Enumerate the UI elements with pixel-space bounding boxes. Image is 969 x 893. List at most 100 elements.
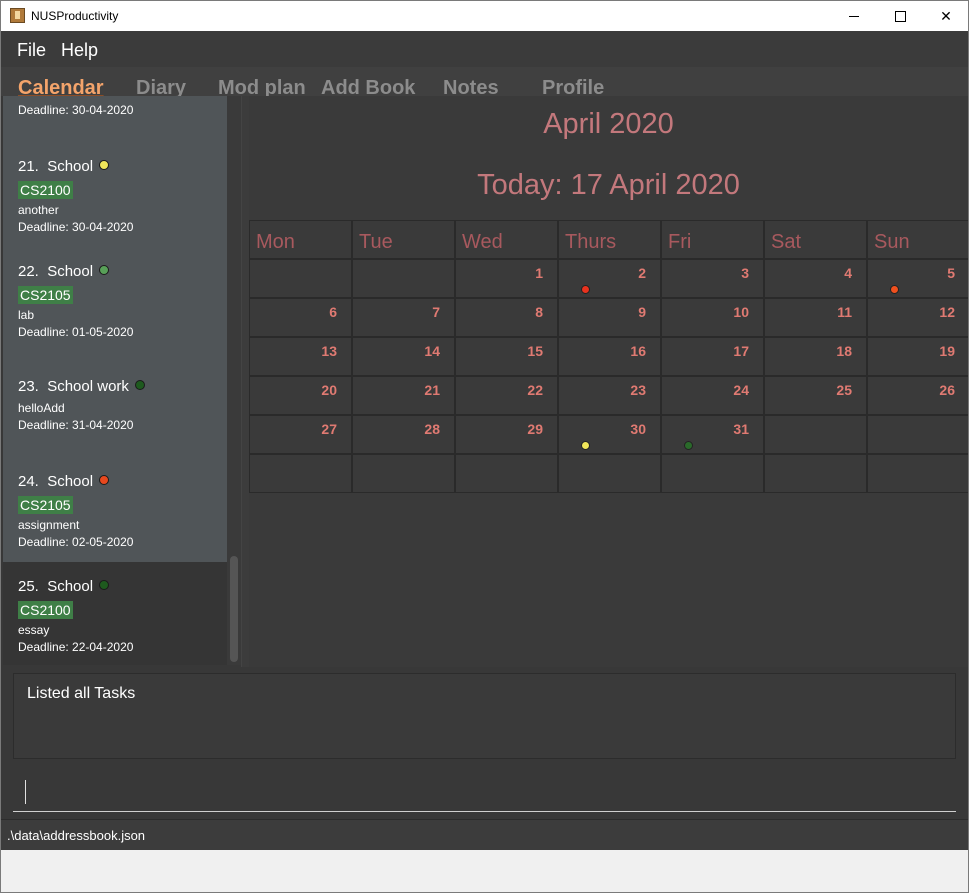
day-cell[interactable]: 2 [558, 259, 661, 298]
module-tag: CS2105 [18, 286, 73, 304]
day-number: 24 [733, 382, 749, 398]
task-description: another [18, 203, 59, 217]
day-cell[interactable]: 5 [867, 259, 968, 298]
task-deadline: Deadline: 22-04-2020 [18, 640, 134, 654]
day-cell[interactable]: 21 [352, 376, 455, 415]
day-cell[interactable]: 10 [661, 298, 764, 337]
day-cell[interactable] [764, 415, 867, 454]
day-cell[interactable]: 30 [558, 415, 661, 454]
day-cell[interactable]: 19 [867, 337, 968, 376]
day-cell[interactable]: 3 [661, 259, 764, 298]
task-card-24[interactable]: 24. School CS2105 assignment Deadline: 0… [3, 458, 227, 562]
day-cell[interactable] [352, 259, 455, 298]
minimize-button[interactable] [831, 1, 877, 31]
task-marker-dot-icon [581, 441, 590, 450]
weekday-header: Wed [455, 220, 558, 259]
task-header: 21. School [18, 158, 110, 175]
day-cell[interactable]: 8 [455, 298, 558, 337]
day-cell[interactable] [764, 454, 867, 493]
status-dot-icon [134, 380, 145, 390]
day-number: 4 [844, 265, 852, 281]
day-number: 29 [527, 421, 543, 437]
task-index: 21. [18, 158, 39, 175]
day-cell[interactable] [867, 415, 968, 454]
day-number: 14 [424, 343, 440, 359]
minimize-icon [849, 15, 859, 17]
task-card-25[interactable]: 25. School CS2100 essay Deadline: 22-04-… [3, 562, 227, 665]
day-number: 25 [836, 382, 852, 398]
scrollbar-thumb[interactable] [230, 556, 238, 662]
day-cell[interactable]: 24 [661, 376, 764, 415]
save-file-path: .\data\addressbook.json [7, 828, 146, 843]
module-tag: CS2105 [18, 496, 73, 514]
task-card-23[interactable]: 23. School work helloAdd Deadline: 31-04… [3, 358, 227, 458]
task-type: School [47, 578, 94, 595]
task-index: 23. [18, 378, 39, 395]
task-deadline: Deadline: 02-05-2020 [18, 535, 134, 549]
day-number: 9 [638, 304, 646, 320]
result-display: Listed all Tasks [1, 667, 968, 767]
day-cell[interactable]: 11 [764, 298, 867, 337]
task-card-21[interactable]: 21. School CS2100 another Deadline: 30-0… [3, 148, 227, 253]
task-index: 25. [18, 578, 39, 595]
menu-help[interactable]: Help [61, 40, 98, 61]
day-cell[interactable]: 12 [867, 298, 968, 337]
day-cell[interactable] [352, 454, 455, 493]
status-dot-icon [99, 580, 110, 590]
day-cell[interactable] [867, 454, 968, 493]
day-cell[interactable]: 28 [352, 415, 455, 454]
day-cell[interactable]: 1 [455, 259, 558, 298]
task-type: School [47, 158, 94, 175]
module-tag: CS2100 [18, 181, 73, 199]
day-number: 27 [321, 421, 337, 437]
day-cell[interactable] [249, 454, 352, 493]
day-cell[interactable]: 17 [661, 337, 764, 376]
day-number: 12 [939, 304, 955, 320]
weekday-header: Sun [867, 220, 968, 259]
day-cell[interactable]: 26 [867, 376, 968, 415]
close-button[interactable]: ✕ [923, 1, 968, 31]
day-cell[interactable]: 25 [764, 376, 867, 415]
task-card-partial[interactable]: Deadline: 30-04-2020 [3, 96, 227, 148]
task-index: 22. [18, 263, 39, 280]
task-header: 23. School work [18, 378, 145, 395]
weekday-header: Thurs [558, 220, 661, 259]
task-description: essay [18, 623, 50, 637]
menu-bar: File Help [1, 31, 968, 67]
day-cell[interactable]: 7 [352, 298, 455, 337]
task-marker-dot-icon [684, 441, 693, 450]
maximize-button[interactable] [877, 1, 923, 31]
day-cell[interactable]: 22 [455, 376, 558, 415]
day-number: 30 [630, 421, 646, 437]
day-number: 1 [535, 265, 543, 281]
day-number: 11 [837, 304, 852, 320]
day-cell[interactable]: 23 [558, 376, 661, 415]
menu-file[interactable]: File [17, 40, 46, 61]
day-cell[interactable]: 6 [249, 298, 352, 337]
task-card-22[interactable]: 22. School CS2105 lab Deadline: 01-05-20… [3, 253, 227, 358]
day-cell[interactable]: 15 [455, 337, 558, 376]
day-cell[interactable]: 27 [249, 415, 352, 454]
day-cell[interactable]: 9 [558, 298, 661, 337]
day-cell[interactable] [558, 454, 661, 493]
task-header: 24. School [18, 473, 110, 490]
day-cell[interactable] [249, 259, 352, 298]
day-cell[interactable]: 4 [764, 259, 867, 298]
day-cell[interactable]: 29 [455, 415, 558, 454]
day-cell[interactable]: 14 [352, 337, 455, 376]
day-cell[interactable]: 18 [764, 337, 867, 376]
day-cell[interactable]: 16 [558, 337, 661, 376]
day-cell[interactable]: 13 [249, 337, 352, 376]
command-box[interactable] [1, 767, 968, 819]
task-type: School [47, 473, 94, 490]
day-number: 22 [527, 382, 543, 398]
text-caret [25, 780, 26, 804]
day-cell[interactable]: 31 [661, 415, 764, 454]
window-title: NUSProductivity [31, 9, 119, 23]
task-marker-dot-icon [890, 285, 899, 294]
day-cell[interactable] [455, 454, 558, 493]
day-number: 26 [939, 382, 955, 398]
day-cell[interactable]: 20 [249, 376, 352, 415]
day-number: 23 [630, 382, 646, 398]
day-cell[interactable] [661, 454, 764, 493]
